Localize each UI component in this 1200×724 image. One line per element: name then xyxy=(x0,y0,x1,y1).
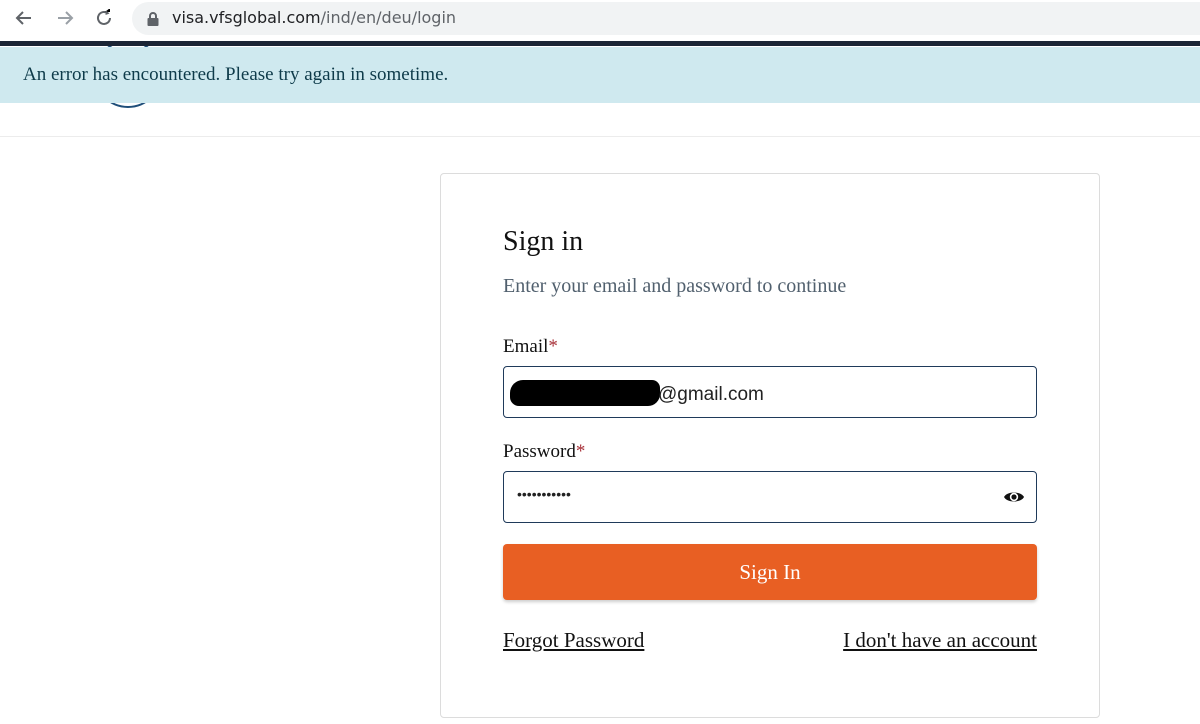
url-host: visa.vfsglobal.com xyxy=(172,8,321,27)
signin-card: Sign in Enter your email and password to… xyxy=(440,173,1100,718)
no-account-link[interactable]: I don't have an account xyxy=(843,628,1037,653)
address-url: visa.vfsglobal.com/ind/en/deu/login xyxy=(172,8,456,27)
url-path: /ind/en/deu/login xyxy=(320,8,457,27)
redaction-mark xyxy=(510,380,660,406)
password-value: ••••••••••• xyxy=(517,486,571,502)
page-title: Sign in xyxy=(503,226,584,257)
reload-icon[interactable] xyxy=(92,6,116,30)
email-field[interactable]: @gmail.com xyxy=(503,366,1037,418)
password-field[interactable]: ••••••••••• xyxy=(503,471,1037,523)
email-label: Email* xyxy=(503,336,558,358)
browser-toolbar: visa.vfsglobal.com/ind/en/deu/login xyxy=(0,0,1200,40)
email-value: @gmail.com xyxy=(510,380,764,406)
address-bar[interactable]: visa.vfsglobal.com/ind/en/deu/login xyxy=(132,2,1200,35)
forgot-password-link[interactable]: Forgot Password xyxy=(503,628,644,653)
back-arrow-icon[interactable] xyxy=(12,6,36,30)
password-label: Password* xyxy=(503,441,585,463)
required-marker: * xyxy=(575,441,586,462)
error-message: An error has encountered. Please try aga… xyxy=(23,64,449,85)
forward-arrow-icon[interactable] xyxy=(53,6,77,30)
eye-icon[interactable] xyxy=(1003,488,1025,506)
page-subtitle: Enter your email and password to continu… xyxy=(503,275,847,297)
lock-icon xyxy=(146,11,160,27)
signin-button[interactable]: Sign In xyxy=(503,544,1037,600)
email-value-visible: @gmail.com xyxy=(658,384,764,405)
password-label-text: Password xyxy=(503,441,576,462)
email-label-text: Email xyxy=(503,336,549,357)
error-banner: An error has encountered. Please try aga… xyxy=(0,47,1200,103)
required-marker: * xyxy=(548,336,558,357)
